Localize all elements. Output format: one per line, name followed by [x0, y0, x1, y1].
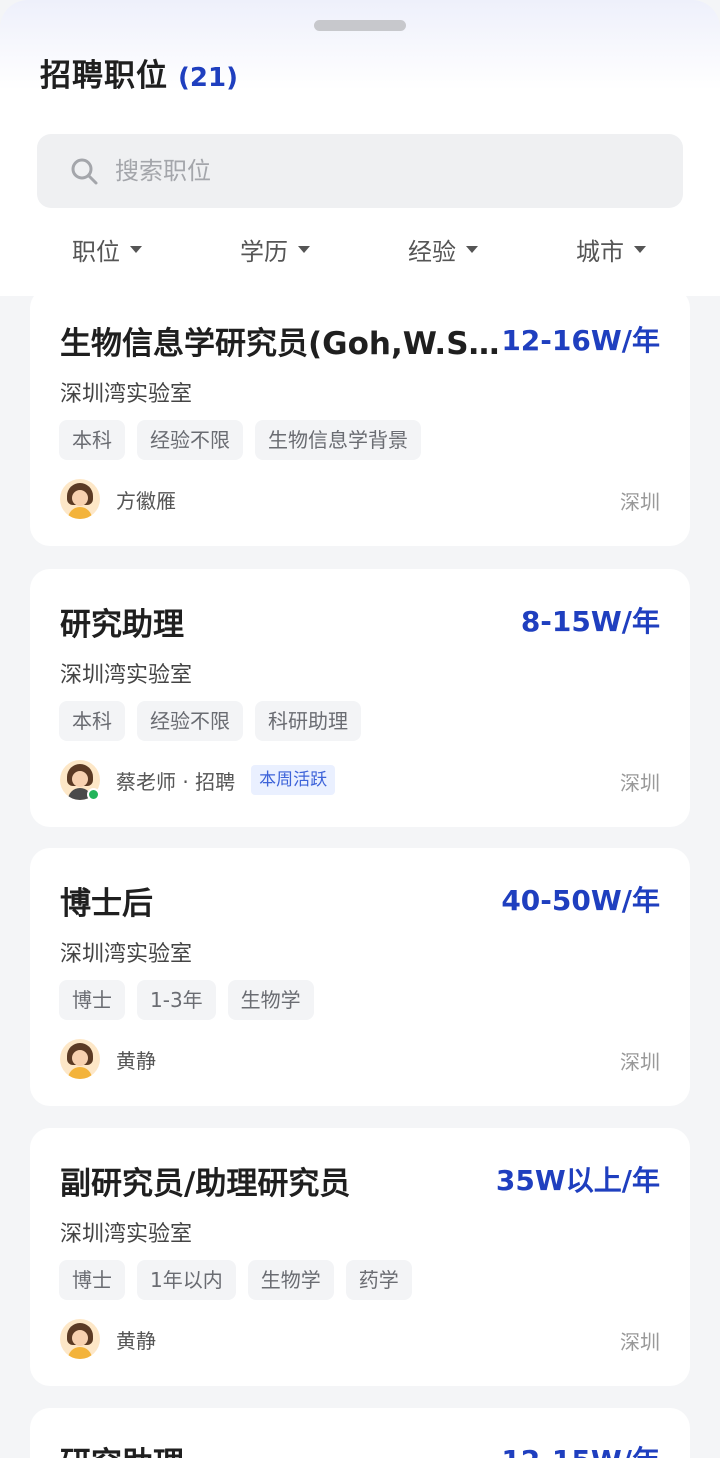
title-row: 招聘职位 (21): [40, 50, 238, 95]
filter-label: 经验: [408, 238, 456, 266]
job-city: 深圳: [620, 1330, 660, 1354]
job-tags: 本科 经验不限 生物信息学背景: [59, 420, 433, 460]
job-card[interactable]: 博士后 40-50W/年 深圳湾实验室 博士 1-3年 生物学 黄静 深圳: [30, 848, 690, 1106]
avatar: [60, 760, 100, 801]
job-tag: 生物信息学背景: [255, 420, 421, 460]
job-tag: 博士: [59, 1260, 125, 1300]
job-tag: 经验不限: [137, 420, 243, 460]
avatar: [60, 1039, 100, 1079]
recruiter: 黄静: [60, 1319, 156, 1359]
job-tag: 本科: [59, 420, 125, 460]
filter-experience[interactable]: 经验: [408, 232, 478, 267]
job-title: 研究助理: [60, 1438, 510, 1458]
caret-down-icon: [130, 246, 142, 253]
job-count: (21): [178, 63, 238, 93]
job-tag: 博士: [59, 980, 125, 1020]
job-salary: 40-50W/年: [501, 884, 660, 917]
recruiter-name: 蔡老师 · 招聘: [116, 769, 236, 794]
filter-education[interactable]: 学历: [240, 232, 310, 267]
recruiter-name: 黄静: [116, 1328, 156, 1353]
job-tag: 药学: [345, 1260, 412, 1300]
job-card[interactable]: 研究助理 8-15W/年 深圳湾实验室 本科 经验不限 科研助理 蔡老师 · 招…: [30, 569, 690, 827]
job-salary: 12-16W/年: [501, 324, 660, 357]
job-tag: 1年以内: [137, 1260, 236, 1300]
caret-down-icon: [298, 246, 310, 253]
filter-bar: 职位 学历 经验 城市: [0, 232, 720, 276]
job-card[interactable]: 研究助理 12-15W/年: [30, 1408, 690, 1458]
job-tag: 本科: [59, 701, 125, 741]
page-title: 招聘职位: [40, 58, 168, 94]
job-salary: 12-15W/年: [501, 1439, 660, 1458]
job-tags: 博士 1年以内 生物学 药学: [59, 1260, 424, 1300]
job-salary: 8-15W/年: [520, 605, 660, 638]
job-tag: 科研助理: [255, 701, 361, 741]
job-city: 深圳: [620, 771, 660, 795]
recruiter: 方徽雁: [60, 479, 176, 519]
job-title: 生物信息学研究员(Goh,W.S.…: [60, 326, 510, 362]
job-tag: 生物学: [227, 980, 314, 1020]
job-organization: 深圳湾实验室: [60, 1222, 193, 1247]
active-badge: 本周活跃: [251, 765, 336, 795]
recruiter: 黄静: [60, 1039, 156, 1079]
job-salary: 35W以上/年: [495, 1164, 660, 1197]
filter-label: 学历: [240, 238, 288, 266]
drag-handle[interactable]: [314, 20, 406, 31]
filter-position[interactable]: 职位: [72, 232, 142, 267]
recruiter-name: 黄静: [116, 1048, 156, 1073]
online-status-dot: [87, 788, 100, 801]
search-icon: [69, 156, 99, 186]
caret-down-icon: [634, 246, 646, 253]
avatar: [60, 479, 100, 519]
job-tag: 经验不限: [137, 701, 243, 741]
job-title: 副研究员/助理研究员: [60, 1166, 351, 1202]
job-city: 深圳: [620, 490, 660, 514]
job-card[interactable]: 副研究员/助理研究员 35W以上/年 深圳湾实验室 博士 1年以内 生物学 药学…: [30, 1128, 690, 1386]
job-organization: 深圳湾实验室: [60, 663, 193, 688]
caret-down-icon: [466, 246, 478, 253]
filter-label: 职位: [72, 238, 120, 266]
job-title: 研究助理: [60, 607, 184, 643]
filter-city[interactable]: 城市: [576, 232, 646, 267]
job-card[interactable]: 生物信息学研究员(Goh,W.S.… 12-16W/年 深圳湾实验室 本科 经验…: [30, 288, 690, 546]
search-bar[interactable]: [37, 134, 683, 208]
recruiter: 蔡老师 · 招聘 本周活跃: [60, 760, 336, 801]
job-title: 博士后: [60, 886, 153, 922]
job-organization: 深圳湾实验室: [60, 942, 193, 967]
job-tags: 博士 1-3年 生物学: [59, 980, 326, 1020]
job-tag: 1-3年: [137, 980, 216, 1020]
search-input[interactable]: [113, 156, 637, 186]
job-tags: 本科 经验不限 科研助理: [59, 701, 373, 741]
job-tag: 生物学: [247, 1260, 334, 1300]
avatar: [60, 1319, 100, 1359]
sheet-header: 招聘职位 (21) 职位 学历 经验 城市: [0, 0, 720, 296]
job-organization: 深圳湾实验室: [60, 382, 193, 407]
job-city: 深圳: [620, 1050, 660, 1074]
filter-label: 城市: [576, 238, 624, 266]
recruiter-name: 方徽雁: [116, 488, 176, 513]
